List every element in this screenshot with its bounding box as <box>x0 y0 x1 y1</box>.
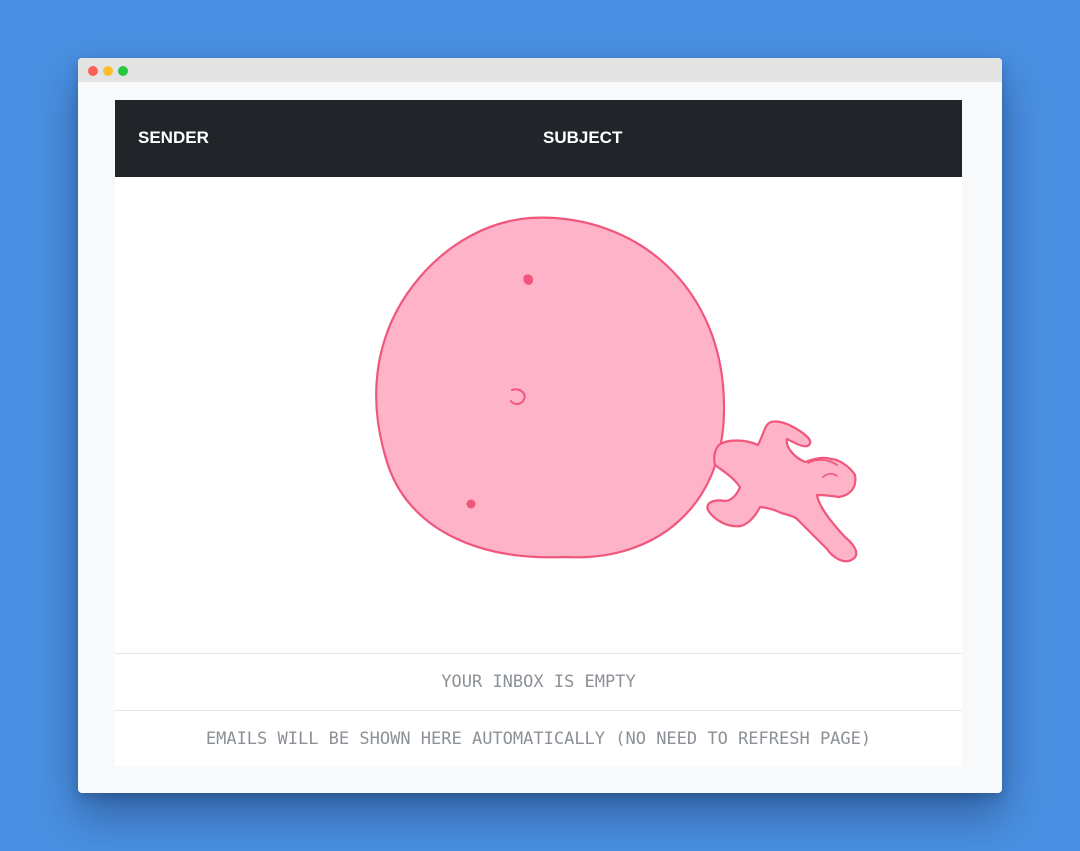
window-titlebar <box>78 58 1002 82</box>
column-header-sender: SENDER <box>138 128 209 147</box>
table-header: SENDER SUBJECT <box>115 100 962 177</box>
auto-refresh-note: EMAILS WILL BE SHOWN HERE AUTOMATICALLY … <box>115 710 962 767</box>
inbox-table: SENDER SUBJECT YOUR INBOX IS EMPTY EMAIL… <box>115 100 962 766</box>
empty-inbox-message: YOUR INBOX IS EMPTY <box>115 653 962 710</box>
ball-dot-lower <box>466 499 476 509</box>
ball-shape <box>375 216 726 559</box>
close-window-dot[interactable] <box>88 66 98 76</box>
minimize-window-dot[interactable] <box>103 66 113 76</box>
ball-pusher-icon <box>375 216 858 563</box>
column-header-subject: SUBJECT <box>543 128 623 147</box>
maximize-window-dot[interactable] <box>118 66 128 76</box>
empty-inbox-illustration <box>115 177 962 653</box>
pusher-figure-shape <box>706 420 858 563</box>
browser-window: SENDER SUBJECT YOUR INBOX IS EMPTY EMAIL… <box>78 58 1002 793</box>
